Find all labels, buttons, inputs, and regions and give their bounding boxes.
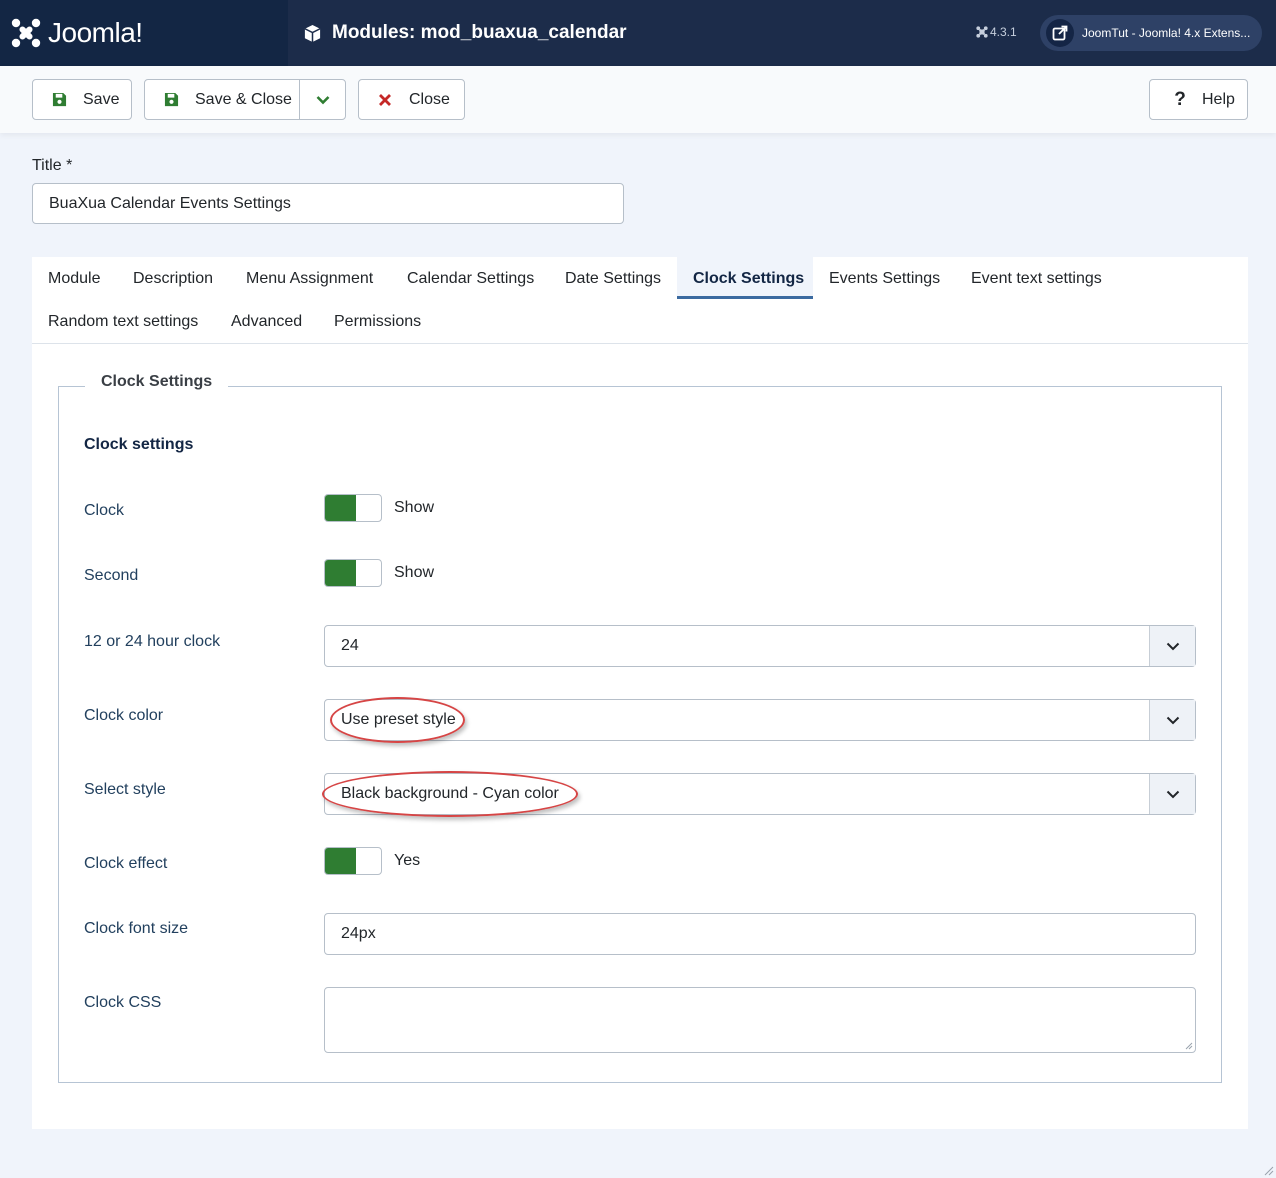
help-button[interactable]: ? Help [1149, 79, 1248, 120]
chevron-down-icon [316, 95, 330, 104]
tab-permissions[interactable]: Permissions [334, 313, 421, 331]
module-settings-card: Module Description Menu Assignment Calen… [32, 257, 1248, 1129]
toolbar: Save Save & Close Close ? Help [0, 66, 1276, 133]
highlight-ellipse [322, 771, 578, 817]
clock-effect-toggle[interactable] [324, 847, 382, 875]
tab-date-settings[interactable]: Date Settings [565, 270, 661, 288]
help-label: Help [1202, 90, 1235, 108]
tabs-divider [32, 343, 1248, 344]
title-value: BuaXua Calendar Events Settings [49, 194, 291, 212]
save-close-button-group: Save & Close [144, 79, 346, 120]
chevron-down-icon [1149, 700, 1195, 740]
highlight-ellipse [330, 697, 465, 743]
active-tab-indicator [677, 296, 813, 299]
brand-name: Joomla! [48, 17, 143, 48]
clock-color-label: Clock color [84, 707, 164, 724]
hour-format-value: 24 [341, 637, 359, 654]
resize-grip-icon[interactable] [1185, 1042, 1193, 1050]
clock-css-label: Clock CSS [84, 994, 162, 1011]
joomla-version: 4.3.1 [976, 25, 1017, 39]
clock-css-textarea[interactable] [324, 987, 1196, 1053]
close-icon [375, 93, 395, 106]
joomla-logo[interactable]: Joomla! [0, 0, 288, 66]
floppy-icon [49, 92, 69, 107]
title-label: Title * [32, 157, 73, 174]
font-size-label: Clock font size [84, 920, 189, 937]
dropdown-toggle-button[interactable] [300, 80, 346, 119]
tab-advanced[interactable]: Advanced [231, 313, 302, 331]
floppy-icon [161, 92, 181, 107]
title-input[interactable]: BuaXua Calendar Events Settings [32, 183, 624, 224]
save-label: Save [83, 90, 120, 108]
clock-toggle-state: Show [394, 499, 435, 516]
chevron-down-icon [1149, 626, 1195, 666]
window-resize-grip-icon[interactable] [1264, 1166, 1274, 1176]
clock-effect-label: Clock effect [84, 855, 168, 872]
section-heading: Clock settings [84, 436, 194, 453]
select-style-label: Select style [84, 781, 166, 798]
close-button[interactable]: Close [358, 79, 465, 120]
font-size-value: 24px [341, 925, 376, 942]
font-size-input[interactable]: 24px [324, 913, 1196, 955]
tab-random-text-settings[interactable]: Random text settings [48, 313, 198, 331]
tab-events-settings[interactable]: Events Settings [829, 270, 940, 288]
tab-clock-settings[interactable]: Clock Settings [693, 270, 804, 288]
top-header: Joomla! Modules: mod_buaxua_calendar 4.3… [0, 0, 1276, 66]
clock-settings-fieldset: Clock Settings Clock settings Clock Show… [58, 373, 1222, 1083]
chevron-down-icon [1149, 774, 1195, 814]
hour-format-label: 12 or 24 hour clock [84, 633, 221, 650]
site-name: JoomTut - Joomla! 4.x Extens... [1082, 26, 1251, 40]
clock-effect-state: Yes [394, 852, 421, 869]
close-label: Close [409, 90, 450, 108]
tab-menu-assignment[interactable]: Menu Assignment [246, 270, 373, 288]
tab-calendar-settings[interactable]: Calendar Settings [407, 270, 534, 288]
tab-module[interactable]: Module [48, 270, 100, 288]
page-title: Modules: mod_buaxua_calendar [332, 22, 627, 43]
tab-description[interactable]: Description [133, 270, 213, 288]
second-toggle[interactable] [324, 559, 382, 587]
save-close-button[interactable]: Save & Close [195, 91, 292, 109]
view-site-button[interactable]: JoomTut - Joomla! 4.x Extens... [1040, 15, 1262, 51]
external-link-icon [1046, 19, 1074, 47]
fieldset-legend: Clock Settings [85, 373, 229, 391]
clock-label: Clock [84, 502, 125, 519]
cube-icon [304, 24, 321, 42]
question-icon: ? [1174, 88, 1186, 110]
joomla-small-icon [976, 26, 988, 38]
tab-event-text-settings[interactable]: Event text settings [971, 270, 1102, 288]
joomla-logo-icon [11, 18, 41, 48]
second-label: Second [84, 567, 139, 584]
toggle-knob [325, 560, 356, 586]
version-text: 4.3.1 [990, 25, 1017, 39]
clock-toggle[interactable] [324, 494, 382, 522]
save-button[interactable]: Save [32, 79, 132, 120]
hour-format-select[interactable]: 24 [324, 625, 1196, 667]
second-toggle-state: Show [394, 564, 435, 581]
page-title-area: Modules: mod_buaxua_calendar [303, 0, 627, 66]
toggle-knob [325, 495, 356, 521]
toggle-knob [325, 848, 356, 874]
